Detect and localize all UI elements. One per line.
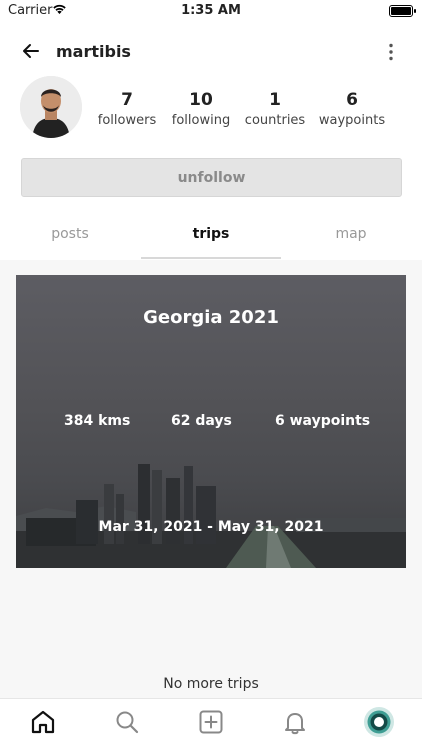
tab-posts[interactable]: posts [0,226,140,242]
unfollow-button[interactable]: unfollow [21,158,402,197]
trip-duration: 62 days [171,413,232,429]
avatar[interactable] [20,76,82,138]
followers-count: 7 [121,90,133,110]
tab-map[interactable]: map [281,226,421,242]
following-count: 10 [189,90,213,110]
countries-stat[interactable]: 1 countries [235,90,315,128]
trip-waypoints: 6 waypoints [275,413,371,429]
user-photo [20,76,82,138]
waypoints-count: 6 [346,90,358,110]
more-options-icon[interactable] [380,41,402,63]
home-icon[interactable] [29,708,57,736]
followers-label: followers [97,113,157,128]
waypoints-label: waypoints [318,113,386,128]
countries-label: countries [244,113,306,128]
search-icon[interactable] [113,708,141,736]
profile-header: martibis 7 followers 10 following 1 coun… [0,22,422,260]
end-of-list-message: No more trips [163,676,259,692]
trip-cover-image [16,464,406,568]
bottom-navigation [0,698,422,750]
trip-dates: Mar 31, 2021 - May 31, 2021 [98,519,324,535]
clock: 1:35 AM [181,3,241,18]
active-tab-indicator [141,257,281,259]
trip-distance: 384 kms [64,413,131,429]
battery-icon [389,5,416,17]
trip-card[interactable]: Georgia 2021 384 kms 62 days 6 waypoints… [16,275,406,568]
bell-icon[interactable] [281,708,309,736]
back-arrow-icon[interactable] [20,40,42,62]
tab-trips[interactable]: trips [141,226,281,242]
page-title: martibis [56,42,131,61]
add-post-icon[interactable] [197,708,225,736]
trip-title: Georgia 2021 [143,307,279,328]
countries-count: 1 [269,90,281,110]
waypoints-stat[interactable]: 6 waypoints [312,90,392,128]
status-bar: Carrier 1:35 AM [0,0,422,22]
profile-icon[interactable] [363,706,395,738]
following-stat[interactable]: 10 following [161,90,241,128]
followers-stat[interactable]: 7 followers [87,90,167,128]
following-label: following [171,113,231,128]
